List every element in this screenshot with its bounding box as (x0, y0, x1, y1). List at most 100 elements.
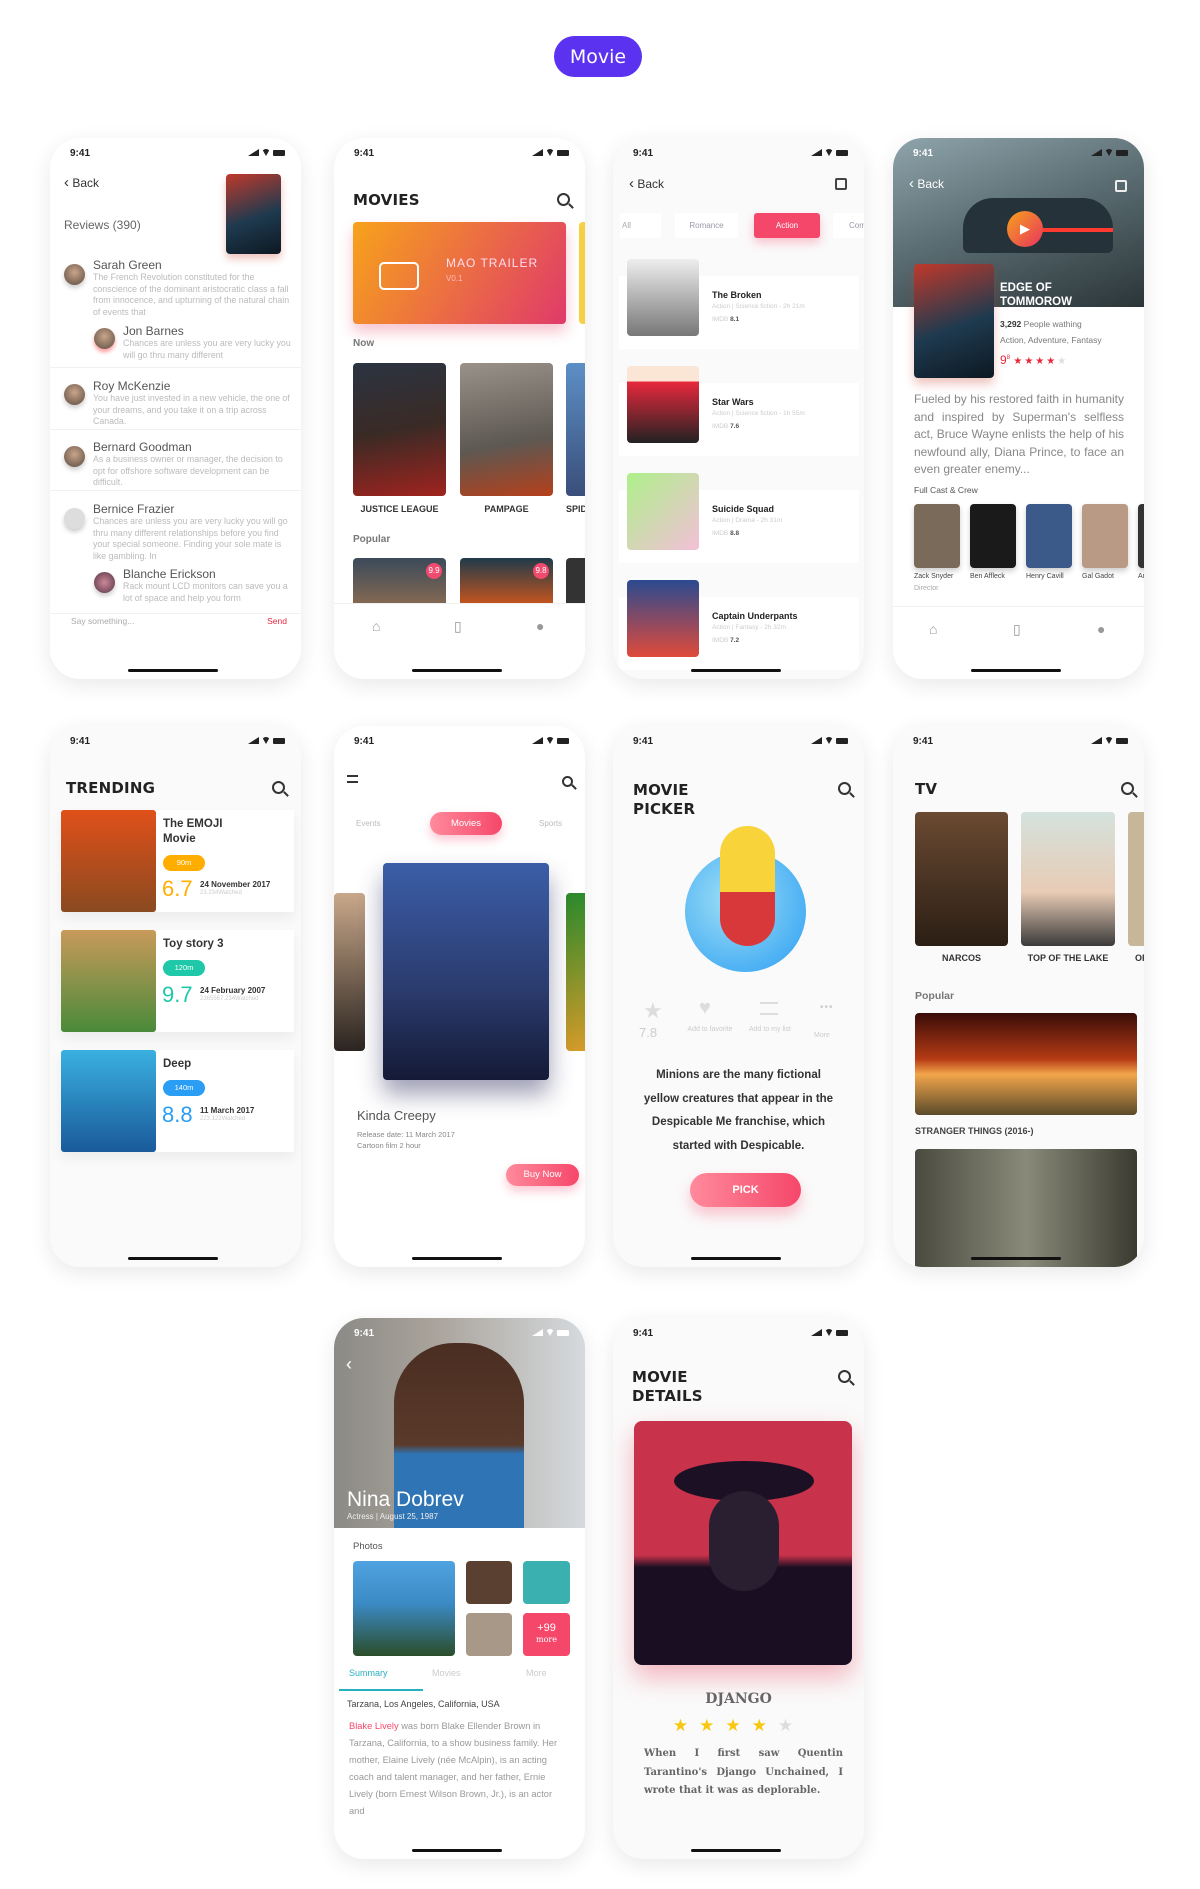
poster-next[interactable] (1128, 812, 1144, 946)
star-icon[interactable]: ★ (643, 998, 663, 1024)
movie-review: When I first saw Quentin Tarantino's Dja… (644, 1748, 843, 1796)
comment-input[interactable]: Say something... (71, 616, 134, 626)
poster-pampage[interactable] (460, 363, 553, 496)
home-icon[interactable]: ⌂ (929, 621, 937, 637)
bookmark-icon[interactable]: ▯ (454, 618, 462, 635)
search-icon[interactable] (562, 776, 573, 787)
search-icon[interactable] (838, 782, 851, 795)
movie-poster (634, 1421, 852, 1665)
status-icons (811, 737, 848, 744)
search-icon[interactable] (1121, 782, 1134, 795)
actor-name: Nina Dobrev (347, 1488, 464, 1511)
menu-icon[interactable] (347, 775, 358, 783)
photo[interactable] (353, 1561, 455, 1656)
trailer-banner[interactable]: MAO TRAILER V0.1 (353, 222, 566, 324)
tab-indicator (339, 1689, 423, 1691)
popular-poster[interactable]: 9.8 (460, 558, 553, 608)
tab-events[interactable]: Events (356, 819, 380, 828)
list-icon[interactable] (760, 1002, 778, 1015)
cast-name: Ben Affleck (970, 573, 1005, 580)
tab-summary[interactable]: Summary (349, 1668, 388, 1678)
imdb-rating: IMDB 7.2 (712, 637, 740, 644)
poster-top-of-the-lake[interactable] (1021, 812, 1115, 946)
popular-banner[interactable] (915, 1149, 1137, 1267)
back-chevron-icon[interactable]: ‹ (346, 1354, 352, 1375)
category-pill-movie[interactable]: Movie (554, 36, 642, 77)
pick-button[interactable]: PICK (690, 1173, 801, 1207)
bookmark-icon[interactable]: ▯ (1013, 621, 1021, 638)
next-banner[interactable] (579, 222, 585, 324)
profile-icon[interactable]: ● (1097, 621, 1105, 637)
cast-photo[interactable] (1082, 504, 1128, 568)
buy-now-button[interactable]: Buy Now (506, 1164, 579, 1186)
poster-main[interactable] (383, 863, 549, 1080)
page-title: TV (915, 780, 938, 798)
chevron-left-icon: ‹ (64, 174, 69, 191)
actor-location: Tarzana, Los Angeles, California, USA (347, 1699, 500, 1709)
more-icon[interactable]: ••• (820, 1002, 834, 1013)
poster-justice-league[interactable] (353, 363, 446, 496)
tab-sports[interactable]: Sports (539, 819, 562, 828)
more-photos-button[interactable]: +99 more (523, 1613, 570, 1656)
release-date: 11 March 2017 (200, 1106, 255, 1115)
poster-next[interactable] (566, 893, 585, 1051)
back-button[interactable]: ‹ Back (909, 175, 944, 192)
tab-more[interactable]: More (526, 1668, 547, 1678)
share-icon[interactable] (1115, 180, 1127, 192)
movie-poster (226, 174, 281, 254)
tab-movies[interactable]: Movies (432, 1668, 461, 1678)
popular-poster[interactable] (566, 558, 585, 608)
duration-badge: 120m (163, 960, 205, 976)
poster-spiderman[interactable] (566, 363, 585, 496)
photo[interactable] (466, 1613, 512, 1656)
movie-info: Release date: 11 March 2017 Cartoon film … (357, 1130, 455, 1150)
photo[interactable] (466, 1561, 512, 1604)
status-time: 9:41 (354, 148, 375, 159)
avatar (94, 328, 115, 349)
search-icon[interactable] (272, 781, 285, 794)
home-icon[interactable]: ⌂ (372, 618, 380, 634)
section-label: Popular (353, 534, 391, 545)
tab-action[interactable]: Action (754, 213, 820, 238)
status-time: 9:41 (70, 148, 91, 159)
movie-description: Minions are the many fictional yellow cr… (643, 1069, 834, 1152)
poster-narcos[interactable] (915, 812, 1008, 946)
popular-poster[interactable]: 9.9 (353, 558, 446, 608)
more-label[interactable]: More (814, 1032, 830, 1039)
phone-movies: 9:41 MOVIES MAO TRAILER V0.1 Now JUSTICE… (334, 138, 585, 679)
cast-photo[interactable] (1026, 504, 1072, 568)
tab-comedy[interactable]: Comedy (833, 213, 864, 238)
share-icon[interactable] (835, 178, 847, 190)
poster-label: ORANGE (1135, 953, 1144, 963)
back-button[interactable]: ‹ Back (64, 174, 99, 191)
add-favorite-label[interactable]: Add to favorite (687, 1026, 733, 1033)
popular-banner[interactable] (915, 1013, 1137, 1115)
poster-prev[interactable] (334, 893, 365, 1051)
search-icon[interactable] (557, 193, 570, 206)
status-time: 9:41 (354, 1328, 375, 1339)
rating-badge: 9.8 (533, 563, 549, 579)
photo[interactable] (523, 1561, 570, 1604)
cast-photo[interactable] (970, 504, 1016, 568)
play-button[interactable]: ▶ (1007, 211, 1043, 247)
cast-photo[interactable] (1138, 504, 1144, 568)
movie-meta: Action | Science fiction - 2h 21m (712, 303, 805, 310)
send-button[interactable]: Send (267, 616, 287, 626)
tab-all[interactable]: All (620, 213, 661, 238)
phone-reviews: 9:41 ‹ Back Reviews (390) Sarah Green The… (50, 138, 301, 679)
heart-icon[interactable]: ♥ (699, 997, 711, 1020)
poster-label: SPIDER-MAN HOMECOMING (566, 504, 585, 514)
status-time: 9:41 (633, 736, 654, 747)
back-button[interactable]: ‹ Back (629, 175, 664, 192)
search-icon[interactable] (838, 1370, 851, 1383)
add-list-label[interactable]: Add to my list (747, 1026, 793, 1033)
tab-movies[interactable]: Movies (430, 812, 502, 835)
profile-icon[interactable]: ● (536, 618, 544, 634)
chevron-left-icon: ‹ (629, 175, 634, 192)
movie-title: Toy story 3 (163, 938, 224, 950)
cast-name: Zack Snyder (914, 573, 954, 580)
rating-value: 8.8 (162, 1102, 193, 1127)
cast-photo[interactable] (914, 504, 960, 568)
star-rating: ★★★★★ (672, 1716, 805, 1735)
tab-romance[interactable]: Romance (675, 213, 738, 238)
